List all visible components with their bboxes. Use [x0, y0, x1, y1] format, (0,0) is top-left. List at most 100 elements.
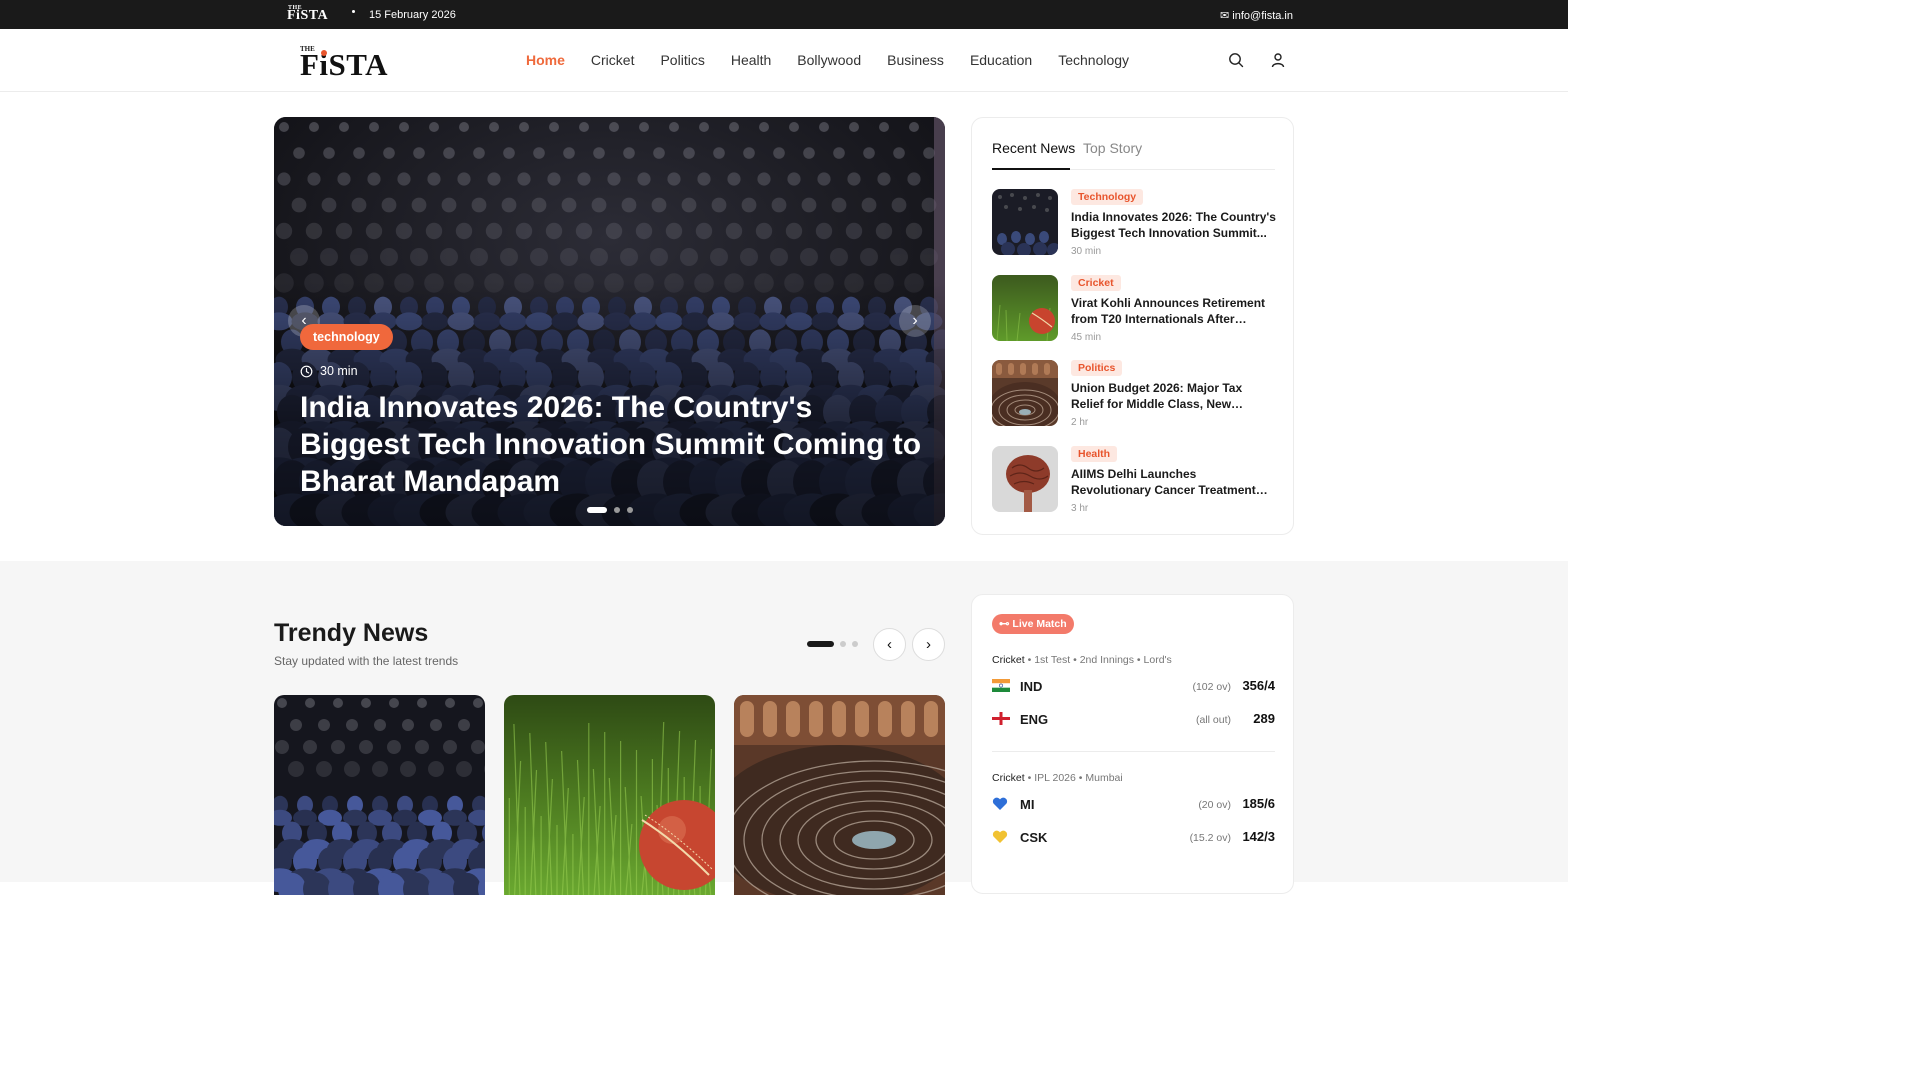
- news-time: 3 hr: [1071, 503, 1089, 514]
- trendy-next-button[interactable]: ›: [912, 628, 945, 661]
- logo-text: FiSTA: [300, 47, 389, 82]
- match-sport: Cricket: [992, 654, 1025, 666]
- trendy-dot-2[interactable]: [840, 641, 846, 647]
- nav-politics[interactable]: Politics: [660, 52, 704, 68]
- news-thumbnail: [992, 446, 1058, 512]
- news-category-badge[interactable]: Technology: [1071, 189, 1144, 205]
- recent-news-item[interactable]: Health AIIMS Delhi Launches Revolutionar…: [992, 446, 1275, 516]
- news-thumbnail: [992, 275, 1058, 341]
- site-header: THE FiSTA Home Cricket Politics Health B…: [0, 29, 1568, 92]
- section-title: Trendy News: [274, 619, 429, 647]
- team-name: MI: [1020, 797, 1035, 812]
- news-category-badge[interactable]: Health: [1071, 446, 1118, 462]
- news-title[interactable]: AIIMS Delhi Launches Revolutionary Cance…: [1071, 467, 1277, 498]
- contact-email-link[interactable]: ✉ info@fista.in: [1220, 9, 1293, 22]
- yellow-heart-icon: [992, 830, 1010, 844]
- team-score-row[interactable]: CSK (15.2 ov) 142/3: [992, 828, 1275, 848]
- news-time: 45 min: [1071, 332, 1102, 343]
- nav-business[interactable]: Business: [887, 52, 944, 68]
- news-title[interactable]: India Innovates 2026: The Country's Bigg…: [1071, 210, 1277, 241]
- news-tabs: Recent News Top Story: [992, 140, 1275, 170]
- match-venue: Mumbai: [1085, 772, 1123, 784]
- news-time: 30 min: [1071, 246, 1102, 257]
- match-league: IPL 2026: [1034, 772, 1076, 784]
- match-format: 1st Test: [1034, 654, 1071, 666]
- nav-cricket[interactable]: Cricket: [591, 52, 635, 68]
- team-name: ENG: [1020, 712, 1049, 727]
- england-flag-icon: [992, 712, 1010, 726]
- team-name: IND: [1020, 679, 1043, 694]
- logo-accent-dot: [321, 50, 327, 56]
- topbar-logo-the: THE: [288, 5, 303, 11]
- team-score-row[interactable]: MI (20 ov) 185/6: [992, 795, 1275, 815]
- team-score-row[interactable]: IND (102 ov) 356/4: [992, 677, 1275, 697]
- live-badge-label: Live Match: [1012, 618, 1067, 630]
- hero-title[interactable]: India Innovates 2026: The Country's Bigg…: [300, 389, 930, 500]
- team-overs: (15.2 ov): [1189, 832, 1231, 844]
- team-score: 289: [1253, 711, 1275, 726]
- news-title[interactable]: Virat Kohli Announces Retirement from T2…: [1071, 296, 1277, 327]
- tab-recent-news[interactable]: Recent News: [992, 140, 1075, 156]
- news-category-badge[interactable]: Cricket: [1071, 275, 1121, 291]
- team-score: 185/6: [1242, 796, 1275, 811]
- news-title[interactable]: Union Budget 2026: Major Tax Relief for …: [1071, 381, 1277, 412]
- chevron-right-icon: ›: [926, 636, 931, 653]
- trendy-card-image[interactable]: [734, 695, 945, 895]
- news-time: 2 hr: [1071, 417, 1089, 428]
- match-meta: Cricket • IPL 2026 • Mumbai: [992, 772, 1123, 784]
- match-innings: 2nd Innings: [1079, 654, 1134, 666]
- clock-icon: [300, 365, 313, 377]
- live-icon: ⊷: [999, 618, 1013, 630]
- hero-time-label: 30 min: [320, 364, 358, 378]
- main-nav: Home Cricket Politics Health Bollywood B…: [526, 52, 1155, 68]
- hero-category-tag[interactable]: technology: [300, 324, 393, 350]
- team-score: 356/4: [1242, 678, 1275, 693]
- active-tab-indicator: [992, 168, 1070, 170]
- hero-pagination: [587, 507, 633, 513]
- trendy-card-image[interactable]: [504, 695, 715, 895]
- nav-home[interactable]: Home: [526, 52, 565, 68]
- live-score-panel: ⊷ Live Match Cricket • 1st Test • 2nd In…: [971, 594, 1294, 894]
- user-icon[interactable]: [1270, 52, 1286, 68]
- hero-time: 30 min: [300, 364, 358, 378]
- team-score-row[interactable]: ENG (all out) 289: [992, 710, 1275, 730]
- trendy-pagination: [807, 641, 858, 647]
- trendy-prev-button[interactable]: ‹: [873, 628, 906, 661]
- current-date: 15 February 2026: [369, 9, 456, 21]
- nav-education[interactable]: Education: [970, 52, 1032, 68]
- blue-heart-icon: [992, 797, 1010, 811]
- tab-top-story[interactable]: Top Story: [1083, 140, 1142, 156]
- recent-news-item[interactable]: Politics Union Budget 2026: Major Tax Re…: [992, 360, 1275, 430]
- nav-technology[interactable]: Technology: [1058, 52, 1129, 68]
- hero-dot-2[interactable]: [614, 507, 620, 513]
- topbar-logo[interactable]: THE FiSTA: [287, 5, 328, 24]
- search-icon[interactable]: [1228, 52, 1244, 68]
- team-overs: (all out): [1195, 714, 1231, 726]
- hero-dot-1[interactable]: [587, 507, 607, 513]
- news-thumbnail: [992, 360, 1058, 426]
- india-flag-icon: [992, 679, 1010, 693]
- hero-next-button[interactable]: ›: [899, 305, 931, 337]
- nav-health[interactable]: Health: [731, 52, 771, 68]
- trendy-card-image[interactable]: [274, 695, 485, 895]
- recent-news-panel: Recent News Top Story Technology India I…: [971, 117, 1294, 535]
- news-thumbnail: [992, 189, 1058, 255]
- match-sport: Cricket: [992, 772, 1025, 784]
- hero-dot-3[interactable]: [627, 507, 633, 513]
- trendy-dot-1[interactable]: [807, 641, 834, 647]
- site-logo[interactable]: THE FiSTA: [300, 43, 395, 82]
- trendy-dot-3[interactable]: [852, 641, 858, 647]
- nav-bollywood[interactable]: Bollywood: [797, 52, 861, 68]
- live-match-badge[interactable]: ⊷ Live Match: [992, 614, 1074, 634]
- chevron-left-icon: ‹: [887, 636, 892, 653]
- recent-news-item[interactable]: Cricket Virat Kohli Announces Retirement…: [992, 275, 1275, 345]
- section-subtitle: Stay updated with the latest trends: [274, 654, 459, 668]
- match-divider: [992, 751, 1275, 752]
- recent-news-item[interactable]: Technology India Innovates 2026: The Cou…: [992, 189, 1277, 259]
- chevron-right-icon: ›: [912, 312, 918, 329]
- match-venue: Lord's: [1143, 654, 1172, 666]
- top-bar: THE FiSTA 15 February 2026 ✉ info@fista.…: [0, 0, 1568, 29]
- news-category-badge[interactable]: Politics: [1071, 360, 1123, 376]
- separator-dot: [352, 10, 355, 13]
- team-score: 142/3: [1242, 829, 1275, 844]
